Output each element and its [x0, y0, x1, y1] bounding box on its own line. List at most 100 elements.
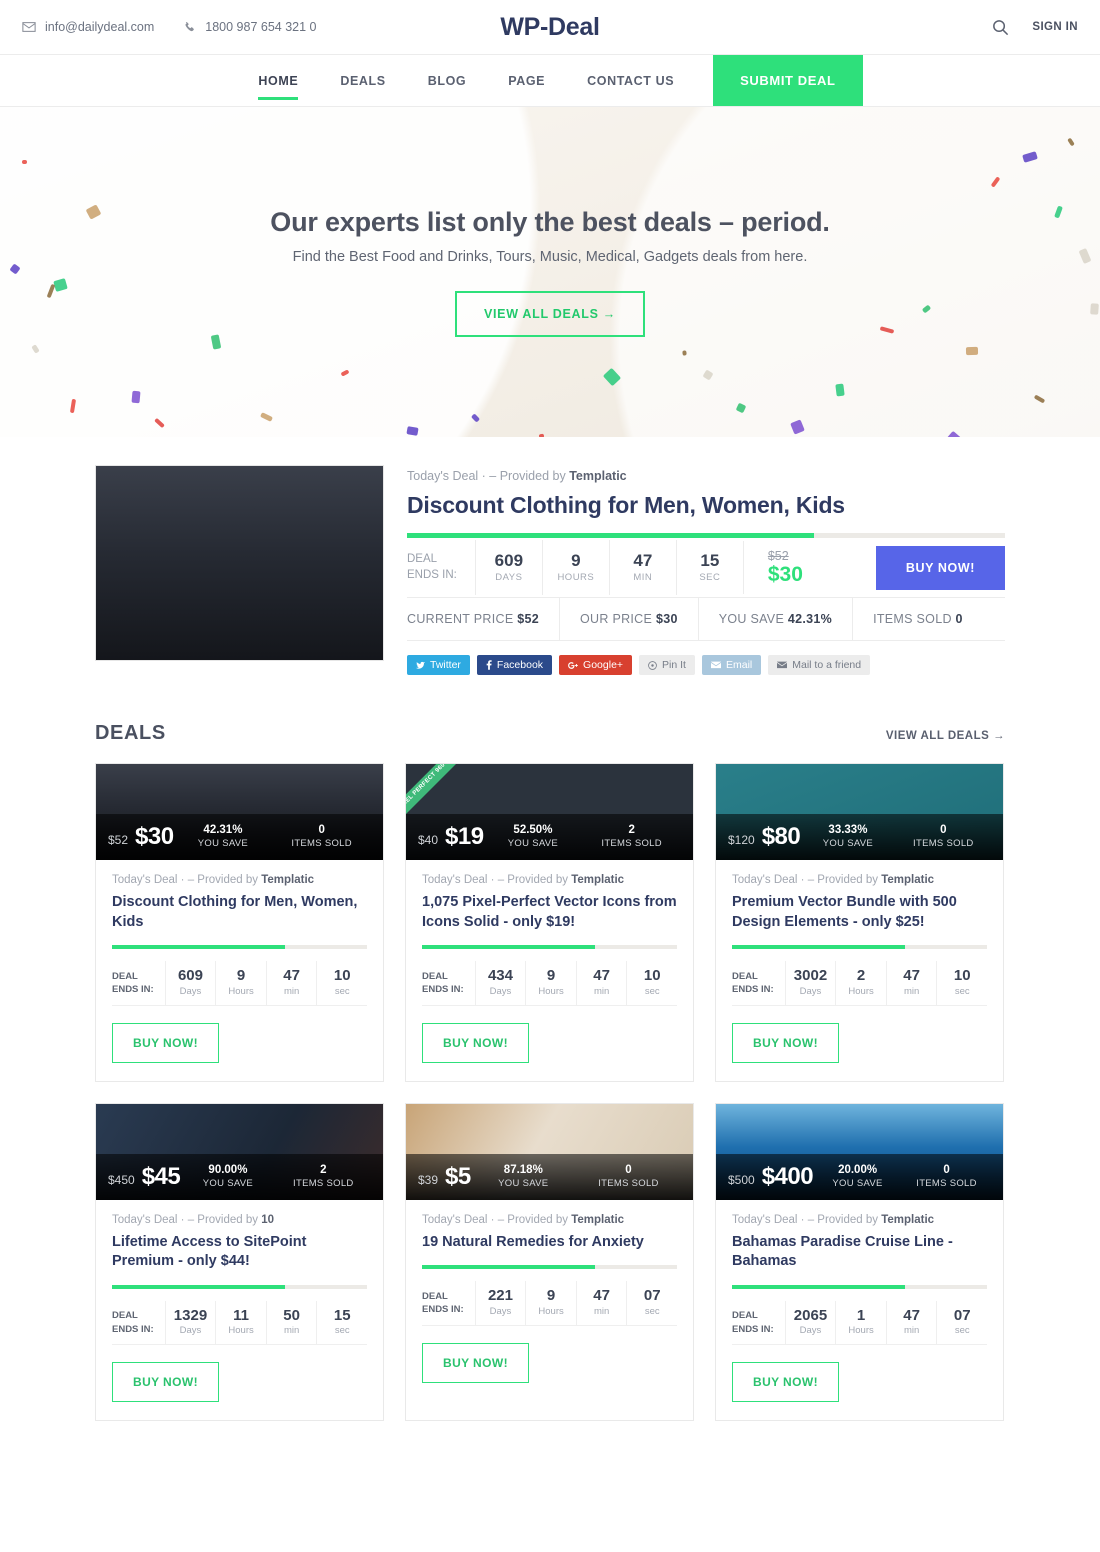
deal-items-sold-value: 2: [628, 824, 635, 837]
deal-buy-now-button[interactable]: BUY NOW!: [112, 1022, 219, 1063]
hero-view-all-deals-button[interactable]: VIEW ALL DEALS →: [454, 291, 646, 337]
deal-card[interactable]: $120 $80 33.33% YOU SAVE 0 ITEMS SOLD Today's …: [715, 763, 1004, 1082]
share-pinterest-button[interactable]: Pin It: [639, 655, 695, 676]
featured-deal-title[interactable]: Discount Clothing for Men, Women, Kids: [407, 492, 1005, 519]
stat-items-sold-value: 0: [955, 612, 963, 627]
deal-countdown-cell-2: 47 min: [885, 961, 937, 1005]
share-email-button[interactable]: Email: [701, 655, 762, 676]
deal-meta-provider[interactable]: Templatic: [261, 874, 314, 886]
top-bar-actions: SIGN IN: [991, 18, 1078, 37]
deal-card[interactable]: PIXEL PERFECT 960 SVG$40$1952.50%YOU SAV…: [405, 763, 694, 1082]
deal-card[interactable]: $500 $400 20.00% YOU SAVE 0 ITEMS SOLD Today's…: [715, 1102, 1004, 1422]
deal-card-price-strip: $120 $80 33.33% YOU SAVE 0 ITEMS SOLD: [716, 814, 1003, 861]
share-facebook-label: Facebook: [496, 659, 544, 672]
deal-buy-now-button[interactable]: BUY NOW!: [112, 1362, 219, 1403]
nav-item-home[interactable]: HOME: [237, 55, 319, 106]
deal-items-sold: 0 ITEMS SOLD: [902, 1164, 991, 1189]
deal-buy-now-button[interactable]: BUY NOW!: [422, 1342, 529, 1383]
share-mail-to-friend-button[interactable]: Mail to a friend: [768, 655, 871, 676]
deal-card-image[interactable]: $120 $80 33.33% YOU SAVE 0 ITEMS SOLD: [716, 764, 1003, 861]
deal-card-image[interactable]: $39 $5 87.18% YOU SAVE 0 ITEMS SOLD: [406, 1103, 693, 1200]
deal-items-sold: 0 ITEMS SOLD: [576, 1164, 681, 1189]
site-logo-text[interactable]: WP-Deal: [500, 13, 600, 42]
deal-card-title[interactable]: Premium Vector Bundle with 500 Design El…: [732, 893, 987, 932]
deal-card-title[interactable]: Lifetime Access to SitePoint Premium - o…: [112, 1233, 367, 1272]
deals-section-header: DEALS VIEW ALL DEALS →: [95, 675, 1005, 763]
nav-item-page[interactable]: PAGE: [487, 55, 566, 106]
deal-countdown-unit: Days: [489, 1305, 512, 1317]
deal-meta-provider[interactable]: Templatic: [881, 1214, 934, 1226]
deal-progress-bar: [732, 1284, 987, 1289]
deal-card-price: $39 $5: [418, 1163, 471, 1191]
submit-deal-button[interactable]: SUBMIT DEAL: [713, 55, 863, 106]
search-icon[interactable]: [991, 18, 1010, 37]
deal-meta-provider[interactable]: Templatic: [571, 874, 624, 886]
deal-countdown-label-line2: ENDS IN:: [422, 983, 464, 995]
confetti-piece: [1090, 303, 1099, 315]
featured-new-price: $30: [767, 562, 803, 586]
deal-old-price: $39: [418, 1172, 439, 1187]
deal-countdown-label: DEAL ENDS IN:: [732, 970, 785, 997]
deal-countdown-value: 221: [487, 1287, 513, 1305]
deal-you-save-value: 90.00%: [208, 1164, 248, 1177]
featured-stats: CURRENT PRICE $52 OUR PRICE $30 YOU SAVE…: [407, 598, 1005, 642]
deals-view-all-link[interactable]: VIEW ALL DEALS →: [886, 730, 1005, 742]
deal-card-price-strip: $39 $5 87.18% YOU SAVE 0 ITEMS SOLD: [406, 1153, 693, 1200]
confetti-piece: [965, 346, 979, 355]
deal-card-title[interactable]: 1,075 Pixel-Perfect Vector Icons from Ic…: [422, 893, 677, 932]
deal-meta-provider[interactable]: 10: [261, 1214, 274, 1226]
deal-card-title[interactable]: Discount Clothing for Men, Women, Kids: [112, 893, 367, 932]
deal-countdown-unit: min: [283, 1325, 300, 1337]
share-twitter-button[interactable]: Twitter: [407, 655, 470, 676]
deal-buy-now-button[interactable]: BUY NOW!: [422, 1022, 529, 1063]
confetti-piece: [154, 417, 165, 428]
nav-item-deals[interactable]: DEALS: [319, 55, 406, 106]
deal-card-meta: Today's Deal · – Provided by 10: [112, 1214, 367, 1226]
envelope-icon: [710, 661, 721, 669]
deal-you-save-label: YOU SAVE: [832, 1177, 883, 1189]
deal-card-image[interactable]: $450 $45 90.00% YOU SAVE 2 ITEMS SOLD: [96, 1103, 383, 1200]
confetti-piece: [210, 334, 222, 350]
deal-buy-now-button[interactable]: BUY NOW!: [732, 1022, 839, 1063]
deal-card-image[interactable]: $500 $400 20.00% YOU SAVE 0 ITEMS SOLD: [716, 1103, 1003, 1200]
featured-countdown-label-line2: ENDS IN:: [407, 568, 457, 581]
deal-card-image[interactable]: $52 $30 42.31% YOU SAVE 0 ITEMS SOLD: [96, 764, 383, 861]
confetti-piece: [835, 383, 845, 397]
deal-countdown-cell-3: 10 sec: [316, 961, 367, 1005]
deal-card[interactable]: $52 $30 42.31% YOU SAVE 0 ITEMS SOLD Today's D…: [95, 763, 384, 1082]
deal-countdown-cell-1: 11 Hours: [215, 1300, 266, 1345]
nav-item-blog[interactable]: BLOG: [407, 55, 488, 106]
deal-countdown-value: 9: [546, 967, 556, 985]
deal-countdown-unit: min: [903, 1325, 920, 1337]
featured-buy-now-button[interactable]: BUY NOW!: [875, 545, 1005, 590]
deal-countdown: DEAL ENDS IN: 609 Days 9 Hours 47 min 10 sec: [112, 961, 367, 1006]
stat-you-save: YOU SAVE 42.31%: [699, 598, 854, 641]
deal-card-title[interactable]: Bahamas Paradise Cruise Line - Bahamas: [732, 1233, 987, 1272]
deal-countdown-label: DEAL ENDS IN:: [422, 1290, 475, 1317]
deal-card[interactable]: $39 $5 87.18% YOU SAVE 0 ITEMS SOLD Today's De…: [405, 1102, 694, 1422]
sign-in-link[interactable]: SIGN IN: [1032, 21, 1078, 33]
deal-meta-provider[interactable]: Templatic: [881, 874, 934, 886]
contact-email[interactable]: info@dailydeal.com: [22, 20, 154, 34]
confetti-piece: [682, 350, 687, 356]
nav-item-contact-us[interactable]: CONTACT US: [566, 55, 695, 106]
share-googleplus-button[interactable]: Google+: [559, 655, 633, 676]
deal-countdown-cell-2: 47 min: [575, 961, 627, 1005]
contact-email-text: info@dailydeal.com: [45, 20, 155, 34]
deal-card[interactable]: $450 $45 90.00% YOU SAVE 2 ITEMS SOLD Today's …: [95, 1102, 384, 1422]
hero-banner: Our experts list only the best deals – p…: [0, 107, 1100, 437]
featured-deal-image[interactable]: [95, 465, 384, 661]
contact-phone[interactable]: 1800 987 654 321 0: [182, 20, 317, 34]
deal-countdown-value: 9: [236, 967, 246, 985]
featured-meta-provider[interactable]: Templatic: [569, 469, 626, 483]
featured-deal-meta: Today's Deal · – Provided by Templatic: [407, 469, 1005, 483]
confetti-piece: [1054, 205, 1063, 219]
deal-countdown-label-line2: ENDS IN:: [732, 983, 774, 995]
deal-buy-now-button[interactable]: BUY NOW!: [732, 1362, 839, 1403]
deal-meta-provider[interactable]: Templatic: [571, 1214, 624, 1226]
deal-card-image[interactable]: PIXEL PERFECT 960 SVG$40$1952.50%YOU SAV…: [406, 764, 693, 861]
share-facebook-button[interactable]: Facebook: [476, 655, 553, 676]
deal-countdown-cell-2: 47 min: [265, 961, 317, 1005]
deal-countdown-label: DEAL ENDS IN:: [112, 1309, 165, 1336]
deal-card-title[interactable]: 19 Natural Remedies for Anxiety: [422, 1233, 677, 1253]
